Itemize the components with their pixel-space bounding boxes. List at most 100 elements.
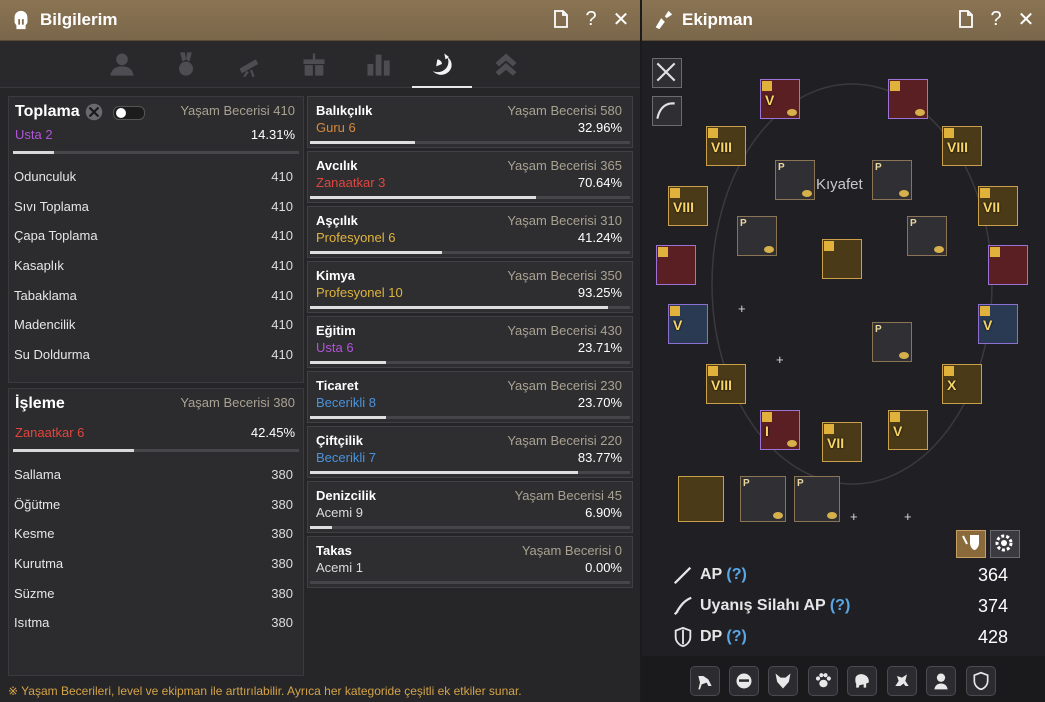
close-icon[interactable]: ✕ xyxy=(612,8,630,31)
life-skill-card[interactable]: Balıkçılık Yaşam Becerisi 580 Guru 6 32.96% xyxy=(307,96,633,148)
life-skill-card[interactable]: Avcılık Yaşam Becerisi 365 Zanaatkar 3 70.6… xyxy=(307,151,633,203)
telescope-icon xyxy=(239,59,259,77)
life-skill-card[interactable]: Kimya Yaşam Becerisi 350 Profesyonel 10 93.… xyxy=(307,261,633,313)
bilgilerim-titlebar[interactable]: Bilgilerim ? ✕ xyxy=(0,0,640,41)
add-outfit-face[interactable]: + xyxy=(850,509,858,524)
weapon-swap-button[interactable] xyxy=(652,58,682,88)
help-icon[interactable]: ? xyxy=(582,8,600,30)
tab-medal[interactable] xyxy=(156,41,216,87)
skill-progress-fill xyxy=(310,196,537,199)
life-skill-card[interactable]: Ticaret Yaşam Becerisi 230 Becerikli 8 23.7… xyxy=(307,371,633,423)
equip-slot-earring-right[interactable]: VIII xyxy=(942,126,982,166)
equip-slot-helmet[interactable]: V xyxy=(760,79,800,119)
skill-rank: Zanaatkar 3 xyxy=(316,175,386,190)
outfit-slot-shoes[interactable]: P xyxy=(907,216,947,256)
equip-slot-earring-left[interactable]: VIII xyxy=(706,126,746,166)
pickaxe-icon xyxy=(85,103,103,121)
list-item: Süzme 380 xyxy=(9,579,303,609)
tab-gift[interactable] xyxy=(284,41,344,87)
close-icon[interactable]: ✕ xyxy=(1017,8,1035,31)
skill-rank: Usta 6 xyxy=(316,340,354,355)
list-item: Kurutma 380 xyxy=(9,549,303,579)
outfit-slot-glasses[interactable]: P xyxy=(794,476,840,522)
add-outfit-weapon[interactable]: + xyxy=(738,301,746,316)
skill-value: 410 xyxy=(271,258,293,274)
skill-value: 410 xyxy=(271,287,293,303)
document-icon[interactable] xyxy=(552,8,570,30)
paw-button[interactable] xyxy=(808,666,838,696)
equipment-settings-button[interactable] xyxy=(990,530,1020,558)
tab-telescope[interactable] xyxy=(220,41,280,87)
horse-button[interactable] xyxy=(887,666,917,696)
elephant-button[interactable] xyxy=(847,666,877,696)
paw-icon xyxy=(815,673,831,688)
mount-button[interactable] xyxy=(690,666,720,696)
enhance-level: VIII xyxy=(673,199,695,215)
fox-button[interactable] xyxy=(768,666,798,696)
life-skill-card[interactable]: Denizcilik Yaşam Becerisi 45 Acemi 9 6.90% xyxy=(307,481,633,533)
life-skill-icon xyxy=(432,53,452,75)
skill-name: Avcılık xyxy=(316,158,358,173)
life-skill-card[interactable]: Takas Yaşam Becerisi 0 Acemi 1 0.00% xyxy=(307,536,633,588)
skill-value: 380 xyxy=(271,526,293,542)
skill-progress-fill xyxy=(310,416,386,419)
skill-rank: Profesyonel 6 xyxy=(316,230,396,245)
stat-value: 428 xyxy=(977,627,1008,647)
skill-percent: 23.71% xyxy=(577,340,622,355)
equip-slot-shoes[interactable]: V xyxy=(978,304,1018,344)
equipment-toggle-button[interactable] xyxy=(956,530,986,558)
add-outfit-sub[interactable]: + xyxy=(776,352,784,367)
equip-slot-main-weapon[interactable]: I xyxy=(760,410,800,450)
skill-name: Isıtma xyxy=(14,615,50,631)
list-item: Kesme 380 xyxy=(9,519,303,549)
pet-button[interactable] xyxy=(729,666,759,696)
gathering-toggle[interactable] xyxy=(113,106,145,120)
outfit-slot-gloves[interactable]: P xyxy=(737,216,777,256)
life-skill-card[interactable]: Aşçılık Yaşam Becerisi 310 Profesyonel 6 41… xyxy=(307,206,633,258)
equip-slot-alchemy-stone[interactable] xyxy=(678,476,724,522)
outfit-slot-underwear[interactable]: P xyxy=(872,322,912,362)
enhance-level: I xyxy=(765,423,769,439)
skill-progress-fill xyxy=(310,251,442,254)
enhance-level: VII xyxy=(827,435,845,451)
tool-slot-button[interactable] xyxy=(652,96,682,126)
equip-slot-awakening-weapon[interactable]: V xyxy=(888,410,928,450)
help-icon[interactable]: ? xyxy=(987,8,1005,30)
life-skill-card[interactable]: Çiftçilik Yaşam Becerisi 220 Becerikli 7 83… xyxy=(307,426,633,478)
document-icon[interactable] xyxy=(957,8,975,30)
equip-slot-armor[interactable] xyxy=(888,79,928,119)
equip-slot-gloves[interactable]: V xyxy=(668,304,708,344)
equip-slot-belt-left[interactable] xyxy=(656,245,696,285)
equip-slot-belt-right[interactable] xyxy=(988,245,1028,285)
outfit-slot-head[interactable]: P xyxy=(775,160,815,200)
equip-slot-ring-right[interactable]: VII xyxy=(978,186,1018,226)
stat-help-link[interactable]: (?) xyxy=(830,597,850,614)
tab-rank[interactable] xyxy=(476,41,536,87)
guard-button[interactable] xyxy=(966,666,996,696)
outfit-slot-wings[interactable]: P xyxy=(740,476,786,522)
equip-slot-ring-left[interactable]: VIII xyxy=(668,186,708,226)
life-skill-card[interactable]: Eğitim Yaşam Becerisi 430 Usta 6 23.71% xyxy=(307,316,633,368)
equip-slot-belt[interactable]: X xyxy=(942,364,982,404)
ekipman-titlebar[interactable]: Ekipman ? ✕ xyxy=(642,0,1045,41)
processing-rank: Zanaatkar 6 xyxy=(15,425,85,440)
skill-name: Aşçılık xyxy=(316,213,358,228)
skill-value: 410 xyxy=(271,317,293,333)
skill-level: Yaşam Becerisi 0 xyxy=(521,543,622,558)
add-outfit-back[interactable]: + xyxy=(904,509,912,524)
outfit-slot-chest[interactable]: P xyxy=(872,160,912,200)
skill-name: Madencilik xyxy=(14,317,76,333)
tab-profile[interactable] xyxy=(92,41,152,87)
stat-help-link[interactable]: (?) xyxy=(726,566,746,583)
tab-stats[interactable] xyxy=(348,41,408,87)
tab-life-skill[interactable] xyxy=(412,41,472,88)
maid-button[interactable] xyxy=(926,666,956,696)
equip-slot-necklace[interactable]: VIII xyxy=(706,364,746,404)
equip-slot-artifact[interactable] xyxy=(822,239,862,279)
list-item: Isıtma 380 xyxy=(9,608,303,638)
skill-level: Yaşam Becerisi 350 xyxy=(507,268,622,283)
skill-progress xyxy=(310,526,630,529)
equip-slot-sub-weapon[interactable]: VII xyxy=(822,422,862,462)
list-item: Sallama 380 xyxy=(9,460,303,490)
stat-help-link[interactable]: (?) xyxy=(726,628,746,645)
